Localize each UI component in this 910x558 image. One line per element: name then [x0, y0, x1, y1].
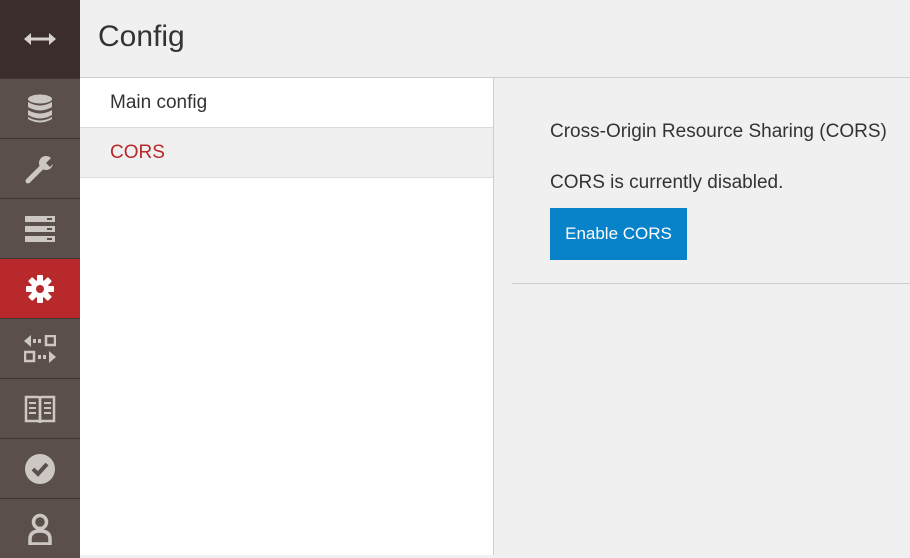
sidebar-item-documentation[interactable]: [0, 378, 80, 438]
book-icon: [24, 394, 56, 424]
sidebar-item-user[interactable]: [0, 498, 80, 558]
toggle-sidebar-icon: [22, 31, 58, 47]
page-title: Config: [98, 20, 185, 53]
user-icon: [28, 513, 52, 545]
check-circle-icon: [24, 453, 56, 485]
subnav-item-cors[interactable]: CORS: [80, 128, 493, 178]
sidebar-item-verify[interactable]: [0, 438, 80, 498]
subnav-item-main-config[interactable]: Main config: [80, 78, 493, 128]
divider: [512, 283, 910, 284]
gear-icon: [26, 274, 54, 303]
cors-panel: Cross-Origin Resource Sharing (CORS) COR…: [494, 78, 910, 555]
section-title: Cross-Origin Resource Sharing (CORS): [550, 121, 887, 142]
sidebar-item-databases[interactable]: [0, 78, 80, 138]
sidebar-toggle-button[interactable]: [0, 0, 80, 78]
page-header: Config: [80, 0, 910, 78]
sidebar-item-active-tasks[interactable]: [0, 198, 80, 258]
sidebar-item-setup[interactable]: [0, 138, 80, 198]
sidebar-item-config[interactable]: [0, 258, 80, 318]
sidebar-item-replication[interactable]: [0, 318, 80, 378]
replication-icon: [24, 334, 56, 363]
enable-cors-button[interactable]: Enable CORS: [550, 208, 687, 260]
database-icon: [27, 94, 53, 124]
server-icon: [25, 215, 55, 242]
cors-status-text: CORS is currently disabled.: [550, 172, 784, 193]
config-subnav: Main config CORS: [80, 78, 494, 555]
sidebar-rail: [0, 0, 80, 558]
wrench-icon: [24, 153, 56, 185]
